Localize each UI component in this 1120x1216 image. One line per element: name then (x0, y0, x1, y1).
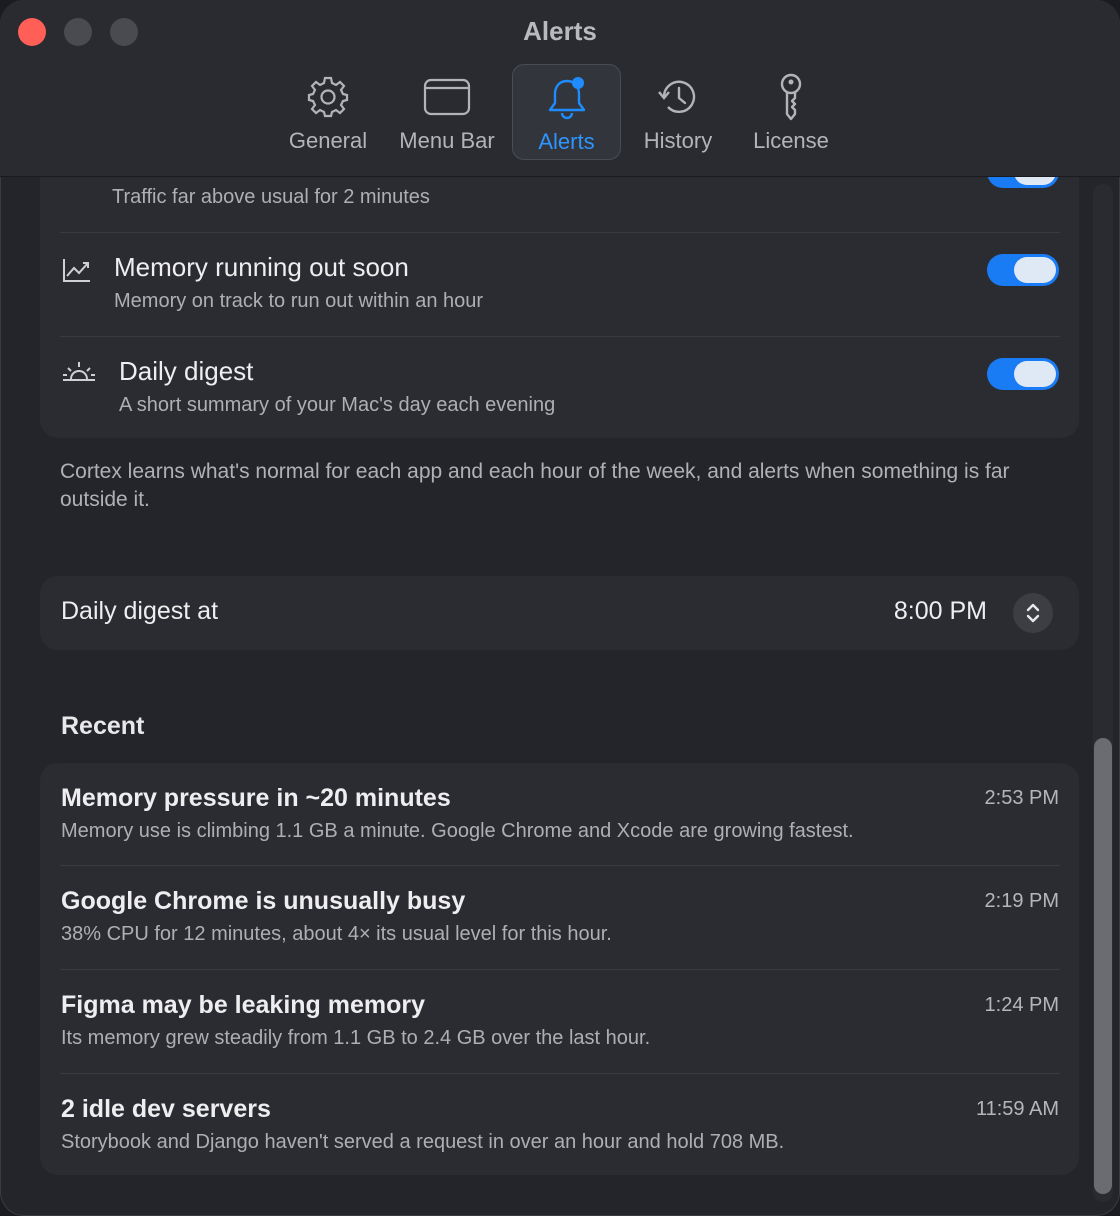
alert-rule-title: Memory running out soon (114, 252, 409, 282)
recent-alert-subtitle: Its memory grew steadily from 1.1 GB to … (61, 1027, 651, 1049)
daily-digest-toggle[interactable] (987, 358, 1059, 390)
time-stepper[interactable] (1013, 593, 1053, 633)
recent-alert-subtitle: Memory use is climbing 1.1 GB a minute. … (61, 820, 854, 842)
recent-alert-subtitle: 38% CPU for 12 minutes, about 4× its usu… (61, 923, 612, 945)
list-item[interactable]: Figma may be leaking memory Its memory g… (40, 970, 1079, 1073)
chart-line-icon (62, 257, 92, 288)
tab-alerts[interactable]: Alerts (512, 64, 621, 160)
alerts-explanation: Cortex learns what's normal for each app… (60, 460, 1010, 511)
digest-time-value[interactable]: 8:00 PM (894, 597, 987, 626)
recent-alert-time: 2:53 PM (984, 787, 1059, 809)
recent-alert-title: Figma may be leaking memory (61, 991, 426, 1019)
alerts-content: Traffic far above usual for 2 minutes Me… (0, 116, 1120, 1216)
digest-time-label: Daily digest at (61, 597, 219, 625)
list-item[interactable]: 2 idle dev servers Storybook and Django … (40, 1074, 1079, 1175)
recent-alert-subtitle: Storybook and Django haven't served a re… (61, 1131, 785, 1153)
gear-icon (306, 72, 350, 122)
tab-menu-bar[interactable]: Menu Bar (393, 64, 501, 160)
toggle-knob (1014, 361, 1056, 387)
alert-rule-subtitle: Memory on track to run out within an hou… (114, 290, 484, 312)
recent-alert-time: 1:24 PM (984, 994, 1059, 1016)
preferences-window: Traffic far above usual for 2 minutes Me… (0, 0, 1120, 1216)
list-item[interactable]: Memory pressure in ~20 minutes Memory us… (40, 763, 1079, 865)
alert-rule-daily-digest: Daily digest A short summary of your Mac… (40, 337, 1079, 438)
alert-rule-memory: Memory running out soon Memory on track … (40, 233, 1079, 336)
recent-section-title: Recent (61, 712, 145, 740)
alert-rule-title: Daily digest (119, 356, 254, 386)
alert-rule-subtitle: Traffic far above usual for 2 minutes (112, 186, 430, 208)
recent-alert-title: Google Chrome is unusually busy (61, 887, 466, 915)
tab-label: Menu Bar (399, 128, 495, 153)
sunrise-icon (62, 359, 96, 392)
list-item[interactable]: Google Chrome is unusually busy 38% CPU … (40, 866, 1079, 969)
scrollbar-thumb[interactable] (1094, 738, 1112, 1194)
tab-label: Alerts (538, 129, 595, 154)
toggle-knob (1014, 257, 1056, 283)
menubar-icon (423, 72, 471, 122)
tab-label: History (643, 128, 713, 153)
recent-alert-title: 2 idle dev servers (61, 1095, 271, 1123)
key-icon (776, 72, 806, 122)
window-title: Alerts (523, 16, 597, 46)
bell-icon (544, 73, 590, 123)
tab-history[interactable]: History (632, 64, 724, 160)
tab-label: General (288, 128, 368, 153)
alert-rule-subtitle: A short summary of your Mac's day each e… (119, 394, 556, 416)
history-icon (655, 72, 701, 122)
preferences-toolbar: General Menu Bar Alerts History License (0, 64, 1120, 160)
memory-alert-toggle[interactable] (987, 254, 1059, 286)
titlebar: Alerts General Menu Bar Alerts History L… (0, 0, 1120, 177)
tab-label: License (753, 128, 829, 153)
tab-license[interactable]: License (744, 64, 838, 160)
digest-time-card: Daily digest at 8:00 PM (40, 576, 1079, 650)
recent-alert-time: 11:59 AM (975, 1098, 1059, 1120)
recent-alert-time: 2:19 PM (984, 890, 1059, 912)
chevron-up-down-icon (1026, 603, 1040, 623)
recent-alert-title: Memory pressure in ~20 minutes (61, 784, 451, 812)
tab-general[interactable]: General (278, 64, 378, 160)
recent-alerts-card: Memory pressure in ~20 minutes Memory us… (40, 763, 1079, 1175)
